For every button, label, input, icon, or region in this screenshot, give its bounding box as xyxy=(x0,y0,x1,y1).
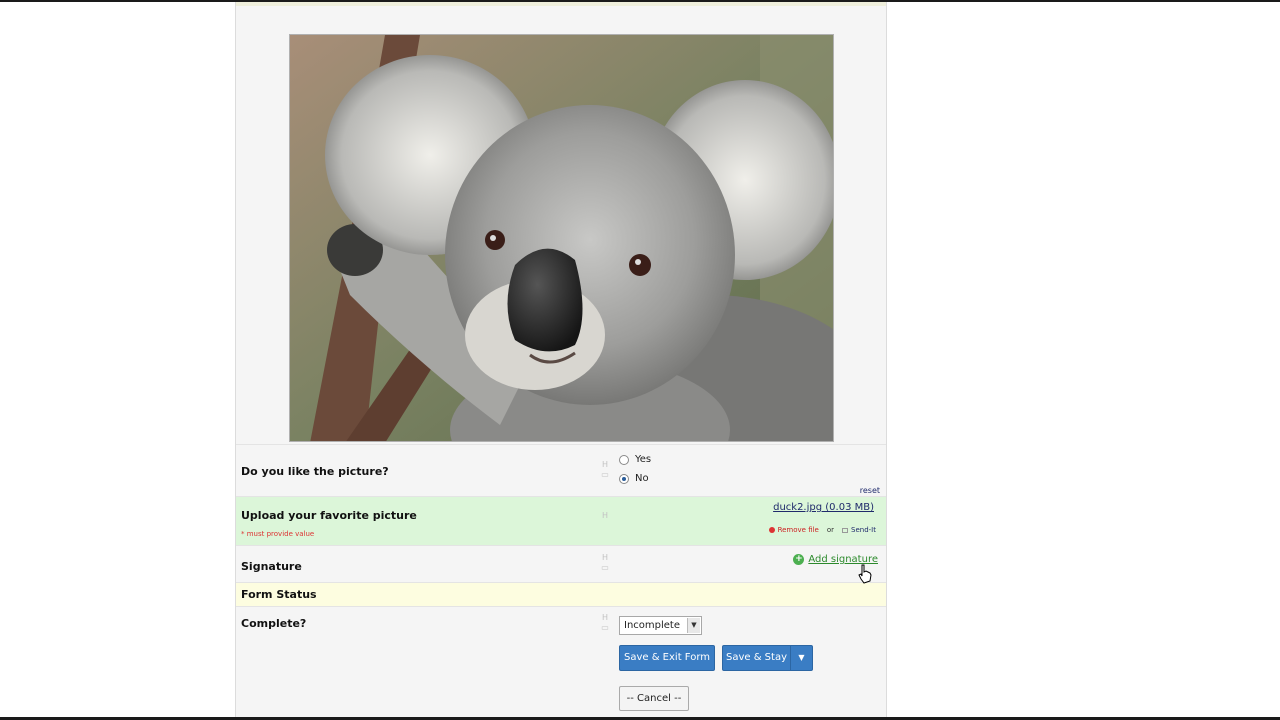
signature-row: Signature H ▭ + Add signature xyxy=(236,545,886,582)
hand-cursor-icon xyxy=(858,564,872,584)
required-note: * must provide value xyxy=(241,530,315,538)
chevron-down-icon[interactable]: ▼ xyxy=(687,618,700,633)
complete-status-value: Incomplete xyxy=(624,620,680,631)
complete-status-select[interactable]: Incomplete ▼ xyxy=(619,616,702,635)
send-it-label: Send-It xyxy=(851,526,876,534)
remove-file-button[interactable]: Remove file xyxy=(768,526,819,534)
like-picture-row: Do you like the picture? H ▭ Yes No xyxy=(236,444,886,496)
cancel-button[interactable]: -- Cancel -- xyxy=(619,686,689,711)
comment-icon: ▭ xyxy=(601,563,609,572)
send-it-icon xyxy=(842,527,849,533)
history-icon: H xyxy=(601,613,608,622)
radio-no-label: No xyxy=(635,473,649,484)
upload-picture-label: Upload your favorite picture xyxy=(241,509,417,522)
save-exit-button[interactable]: Save & Exit Form xyxy=(619,645,715,671)
send-it-button[interactable]: Send-It xyxy=(842,526,876,534)
complete-label: Complete? xyxy=(241,617,307,630)
comment-icon: ▭ xyxy=(601,623,609,632)
save-exit-label: Save & Exit Form xyxy=(623,652,710,663)
radio-yes-label: Yes xyxy=(635,454,652,465)
reset-link[interactable]: reset xyxy=(860,486,880,495)
field-note-icons[interactable]: H ▭ xyxy=(598,553,612,573)
or-text: or xyxy=(826,526,835,534)
field-note-icons[interactable]: H xyxy=(598,511,612,521)
history-icon: H xyxy=(601,553,608,562)
comment-icon: ▭ xyxy=(601,470,609,479)
remove-file-label: Remove file xyxy=(777,526,819,534)
save-stay-label: Save & Stay xyxy=(725,652,787,663)
save-stay-button[interactable]: Save & Stay ▼ xyxy=(722,645,813,671)
form-status-title: Form Status xyxy=(241,588,317,601)
like-picture-label: Do you like the picture? xyxy=(241,465,389,478)
koala-photo xyxy=(289,34,834,442)
field-note-icons[interactable]: H ▭ xyxy=(598,613,612,633)
radio-no[interactable]: No xyxy=(619,473,649,484)
radio-no-icon[interactable] xyxy=(619,473,629,484)
file-actions: Remove file or Send-It xyxy=(768,526,876,534)
upload-picture-row: Upload your favorite picture * must prov… xyxy=(236,496,886,545)
form-top-strip xyxy=(236,2,886,6)
complete-row: Complete? H ▭ Incomplete ▼ xyxy=(236,606,886,640)
history-icon: H xyxy=(601,511,608,520)
signature-label: Signature xyxy=(241,560,302,573)
history-icon: H xyxy=(601,460,608,469)
add-icon: + xyxy=(793,554,805,565)
form-status-header: Form Status xyxy=(236,582,886,606)
radio-yes-icon[interactable] xyxy=(619,454,629,465)
remove-icon xyxy=(768,527,775,533)
field-note-icons[interactable]: H ▭ xyxy=(598,460,612,480)
survey-form: Do you like the picture? H ▭ Yes No rese… xyxy=(235,2,887,717)
chevron-down-icon[interactable]: ▼ xyxy=(790,646,812,670)
radio-yes[interactable]: Yes xyxy=(619,454,651,465)
uploaded-file-link[interactable]: duck2.jpg (0.03 MB) xyxy=(773,502,874,513)
